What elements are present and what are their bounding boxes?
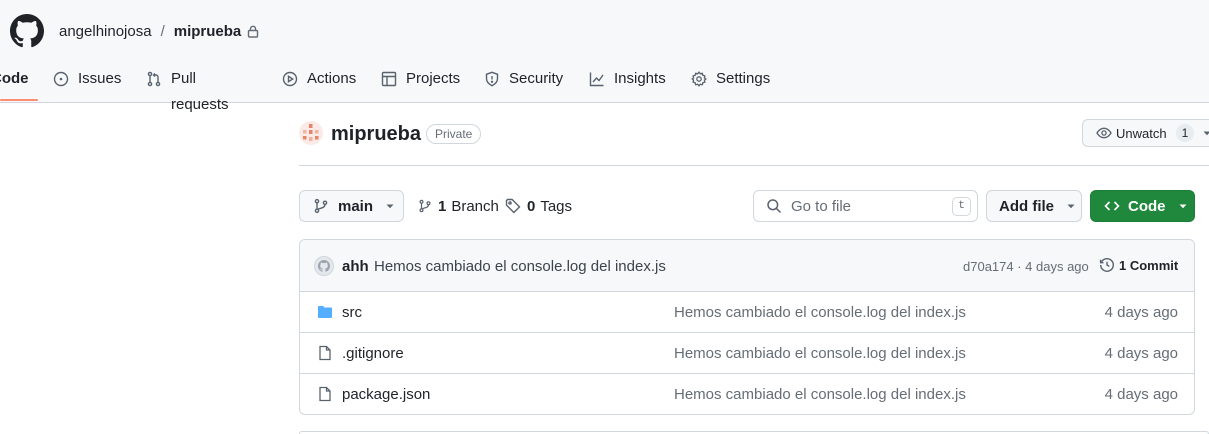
tab-insights[interactable]: Insights [589, 66, 666, 102]
header-divider [299, 165, 1209, 166]
file-commit-date: 4 days ago [1104, 304, 1178, 321]
repo-title[interactable]: miprueba [331, 122, 421, 146]
code-icon [1104, 198, 1120, 214]
issue-opened-icon [53, 71, 69, 87]
folder-icon [317, 304, 333, 320]
breadcrumb-separator: / [160, 22, 165, 40]
branch-name: main [338, 197, 374, 215]
graph-icon [589, 71, 605, 87]
tag-icon [505, 198, 521, 214]
tab-projects-label: Projects [406, 70, 461, 87]
branch-count-label: Branch [451, 197, 499, 215]
repo-avatar [299, 121, 323, 145]
file-commit-message[interactable]: Hemos cambiado el console.log del index.… [674, 345, 966, 362]
go-to-file-search[interactable]: t [753, 190, 978, 222]
repo-header: angelhinojosa / miprueba Code Issues Pul… [0, 0, 1209, 113]
search-input[interactable] [791, 197, 941, 215]
breadcrumb: angelhinojosa / miprueba [59, 21, 259, 41]
tab-settings-label: Settings [716, 70, 771, 87]
avatar[interactable] [314, 256, 334, 276]
tab-security[interactable]: Security [484, 66, 563, 102]
tags-link[interactable]: 0 Tags [505, 197, 572, 215]
latest-commit-bar: ahh Hemos cambiado el console.log del in… [300, 240, 1194, 292]
file-icon [317, 345, 333, 361]
tab-settings[interactable]: Settings [691, 66, 770, 102]
gear-icon [691, 71, 707, 87]
commits-link[interactable]: 1 Commit [1099, 257, 1178, 273]
eye-icon [1096, 125, 1112, 141]
file-row[interactable]: src Hemos cambiado el console.log del in… [300, 292, 1194, 333]
git-branch-icon [418, 198, 432, 214]
watch-count: 1 [1175, 124, 1195, 142]
tab-pull-requests-label: Pull requests [171, 70, 229, 113]
branch-count: 1 [438, 197, 447, 215]
git-branch-icon [313, 198, 329, 214]
play-icon [282, 71, 298, 87]
file-name[interactable]: .gitignore [342, 345, 404, 362]
tab-issues-label: Issues [78, 70, 122, 87]
add-file-label: Add file [999, 197, 1054, 215]
file-icon [317, 386, 333, 402]
search-icon [766, 198, 782, 214]
tab-code[interactable]: Code [0, 66, 29, 102]
unwatch-button[interactable]: Unwatch 1 [1082, 119, 1209, 147]
chevron-down-icon [1066, 201, 1076, 211]
file-row[interactable]: package.json Hemos cambiado el console.l… [300, 374, 1194, 414]
code-button[interactable]: Code [1090, 190, 1195, 222]
chevron-down-icon [1178, 201, 1188, 211]
commit-author[interactable]: ahh [342, 258, 369, 275]
file-row[interactable]: .gitignore Hemos cambiado el console.log… [300, 333, 1194, 374]
tab-pull-requests[interactable]: Pull requests [146, 66, 229, 113]
tab-security-label: Security [509, 70, 564, 87]
breadcrumb-repo-link[interactable]: miprueba [174, 23, 242, 40]
git-pull-request-icon [146, 71, 162, 87]
file-browser: ahh Hemos cambiado el console.log del in… [299, 239, 1195, 415]
tag-count: 0 [527, 197, 536, 215]
unwatch-label: Unwatch [1116, 125, 1167, 141]
tab-actions-label: Actions [307, 70, 357, 87]
file-commit-date: 4 days ago [1104, 386, 1178, 403]
keyboard-shortcut-hint: t [952, 197, 971, 216]
add-file-button[interactable]: Add file [986, 190, 1082, 222]
code-button-label: Code [1128, 197, 1166, 215]
tab-code-label: Code [0, 70, 29, 87]
tag-count-label: Tags [540, 197, 573, 215]
file-name[interactable]: package.json [342, 386, 430, 403]
commit-message[interactable]: Hemos cambiado el console.log del index.… [374, 258, 666, 275]
shield-icon [484, 71, 500, 87]
tab-projects[interactable]: Projects [381, 66, 460, 102]
lock-icon [247, 25, 259, 38]
commit-count-label: 1 Commit [1119, 257, 1179, 273]
file-commit-date: 4 days ago [1104, 345, 1178, 362]
branch-select-button[interactable]: main [299, 190, 404, 222]
breadcrumb-owner-link[interactable]: angelhinojosa [59, 23, 152, 40]
file-name[interactable]: src [342, 304, 362, 321]
table-icon [381, 71, 397, 87]
selected-tab-indicator [0, 99, 38, 101]
branches-link[interactable]: 1 Branch [418, 197, 499, 215]
github-logo-icon[interactable] [10, 14, 44, 48]
file-commit-message[interactable]: Hemos cambiado el console.log del index.… [674, 304, 966, 321]
tab-insights-label: Insights [614, 70, 666, 87]
chevron-down-icon [1202, 128, 1209, 138]
visibility-badge: Private [426, 124, 482, 144]
history-icon [1099, 257, 1115, 273]
commit-hash-age[interactable]: d70a174 · 4 days ago [963, 258, 1089, 275]
tab-actions[interactable]: Actions [282, 66, 356, 102]
file-commit-message[interactable]: Hemos cambiado el console.log del index.… [674, 386, 966, 403]
chevron-down-icon [385, 201, 395, 211]
tab-issues[interactable]: Issues [53, 66, 121, 102]
